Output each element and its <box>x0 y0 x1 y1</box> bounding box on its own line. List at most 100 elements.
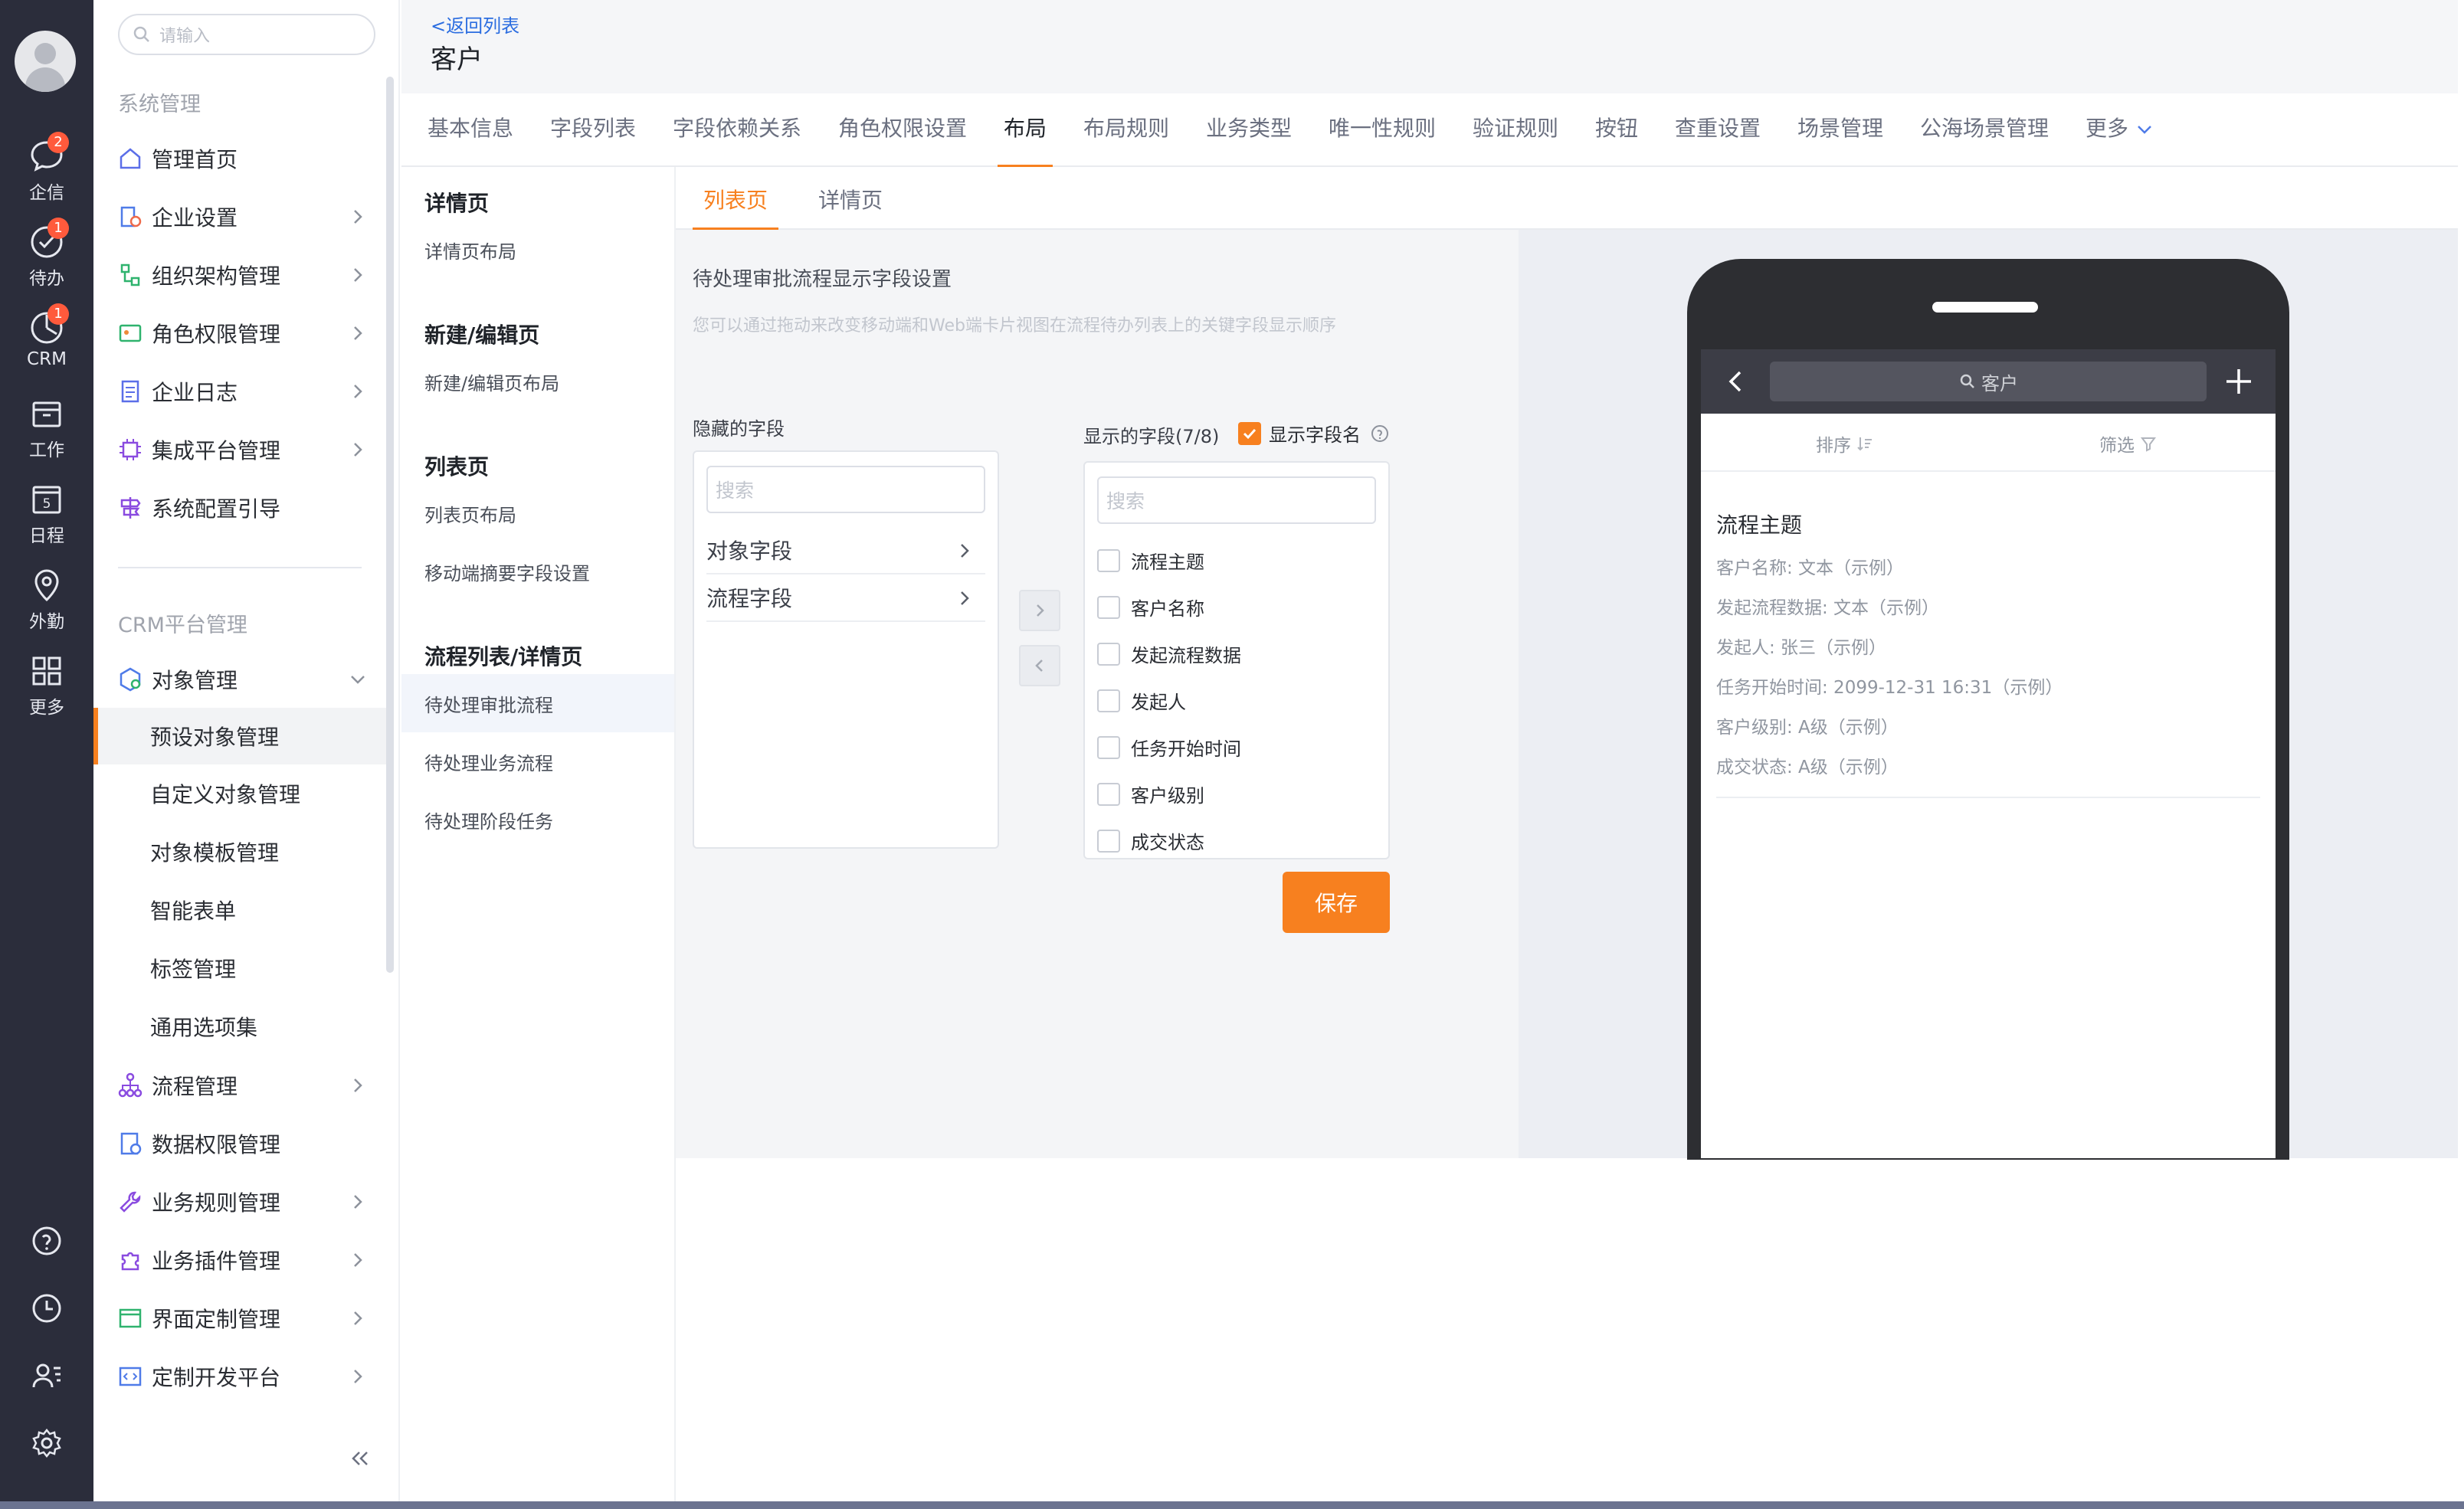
checkbox[interactable] <box>1097 735 1120 759</box>
menu-item-business-plugins[interactable]: 业务插件管理 <box>116 1236 377 1284</box>
cat-item-pending-approval[interactable]: 待处理审批流程 <box>401 674 674 732</box>
search-icon <box>1960 374 1974 388</box>
save-button[interactable]: 保存 <box>1283 872 1390 933</box>
rail-item-todo[interactable]: 1 待办 <box>0 218 93 290</box>
tab-more[interactable]: 更多 <box>2086 112 2154 167</box>
menu-scrollbar[interactable] <box>386 77 394 973</box>
tab-layout-rules[interactable]: 布局规则 <box>1083 112 1169 167</box>
chevron-right-icon <box>354 268 362 282</box>
shown-field-item[interactable]: 客户名称 <box>1097 594 1204 620</box>
shown-field-item[interactable]: 发起人 <box>1097 687 1186 714</box>
clock-icon <box>32 1294 61 1323</box>
move-left-button[interactable] <box>1019 645 1060 686</box>
tab-dedup-settings[interactable]: 查重设置 <box>1675 112 1761 167</box>
menu-item-enterprise-settings[interactable]: 企业设置 <box>116 193 377 241</box>
sub-item-object-templates[interactable]: 对象模板管理 <box>93 823 386 880</box>
menu-item-object-management[interactable]: 对象管理 <box>116 656 377 703</box>
menu-item-process[interactable]: 流程管理 <box>116 1062 377 1109</box>
rail-item-work[interactable]: 工作 <box>0 394 93 461</box>
tab-role-permission[interactable]: 角色权限设置 <box>838 112 967 167</box>
show-field-name-toggle[interactable]: 显示字段名 <box>1238 420 1390 447</box>
sub-item-tag-management[interactable]: 标签管理 <box>93 940 386 997</box>
menu-item-ui-customization[interactable]: 界面定制管理 <box>116 1295 377 1342</box>
rail-item-field[interactable]: 外勤 <box>0 565 93 633</box>
help-button[interactable] <box>0 1224 93 1261</box>
rail-item-more[interactable]: 更多 <box>0 651 93 718</box>
card-separator <box>1716 797 2260 798</box>
menu-item-home[interactable]: 管理首页 <box>116 135 377 182</box>
cat-item-detail-layout[interactable]: 详情页布局 <box>401 221 674 279</box>
phone-frame: 客户 排序 筛选 流程主题 客户名称: 文本（示例） 发起流程数据: 文本（示例… <box>1687 259 2289 1160</box>
chevron-down-icon <box>2138 126 2151 134</box>
card-line: 任务开始时间: 2099-12-31 16:31（示例） <box>1716 678 2063 698</box>
checkbox[interactable] <box>1097 595 1120 619</box>
tab-uniqueness-rules[interactable]: 唯一性规则 <box>1329 112 1436 167</box>
menu-item-integration-platform[interactable]: 集成平台管理 <box>116 426 377 473</box>
shown-field-item[interactable]: 任务开始时间 <box>1097 734 1241 761</box>
tab-buttons[interactable]: 按钮 <box>1595 112 1638 167</box>
move-right-button[interactable] <box>1019 590 1060 631</box>
data-lock-icon <box>120 1132 142 1155</box>
sub-item-custom-objects[interactable]: 自定义对象管理 <box>93 765 386 822</box>
shown-field-item[interactable]: 成交状态 <box>1097 827 1204 854</box>
checkbox[interactable] <box>1097 689 1120 712</box>
sort-icon <box>1857 437 1872 451</box>
subtab-list-page[interactable]: 列表页 <box>692 184 779 231</box>
subtab-detail-page[interactable]: 详情页 <box>818 184 883 230</box>
sub-item-option-sets[interactable]: 通用选项集 <box>93 998 386 1055</box>
sub-item-preset-objects[interactable]: 预设对象管理 <box>93 708 386 764</box>
home-icon <box>120 148 141 169</box>
rail-item-qixin[interactable]: 2 企信 <box>0 132 93 204</box>
menu-item-config-guide[interactable]: 系统配置引导 <box>116 484 377 532</box>
tab-layout[interactable]: 布局 <box>997 112 1053 169</box>
flow-chart-icon <box>118 1072 143 1098</box>
contacts-button[interactable] <box>0 1359 93 1396</box>
checkbox[interactable] <box>1097 642 1120 666</box>
menu-item-org-structure[interactable]: 组织架构管理 <box>116 251 377 299</box>
history-button[interactable] <box>0 1291 93 1328</box>
hidden-group-flow-fields[interactable]: 流程字段 <box>706 574 985 622</box>
tab-pool-scene-management[interactable]: 公海场景管理 <box>1920 112 2049 167</box>
cat-item-edit-layout[interactable]: 新建/编辑页布局 <box>401 352 674 411</box>
cat-item-pending-business[interactable]: 待处理业务流程 <box>401 732 674 791</box>
collapse-menu-icon[interactable] <box>346 1445 374 1472</box>
checkbox[interactable] <box>1097 782 1120 806</box>
checkbox-checked[interactable] <box>1238 421 1261 445</box>
signpost-icon <box>120 497 141 519</box>
user-list-icon <box>32 1363 61 1388</box>
checkbox[interactable] <box>1097 548 1120 572</box>
tab-business-type[interactable]: 业务类型 <box>1206 112 1292 167</box>
cat-item-pending-stage[interactable]: 待处理阶段任务 <box>401 791 674 849</box>
hidden-group-object-fields[interactable]: 对象字段 <box>706 527 985 574</box>
menu-item-data-permission[interactable]: 数据权限管理 <box>116 1120 377 1167</box>
shown-field-item[interactable]: 客户级别 <box>1097 781 1204 807</box>
rail-item-crm[interactable]: 1 CRM <box>0 303 93 369</box>
tab-scene-management[interactable]: 场景管理 <box>1797 112 1883 167</box>
menu-search-input[interactable]: 请输入 <box>118 14 375 55</box>
user-avatar[interactable] <box>15 31 76 92</box>
sub-item-smart-form[interactable]: 智能表单 <box>93 882 386 938</box>
hidden-fields-search[interactable]: 搜索 <box>706 466 985 513</box>
menu-item-business-rules[interactable]: 业务规则管理 <box>116 1178 377 1226</box>
menu-item-role-permission[interactable]: 角色权限管理 <box>116 309 377 357</box>
checkbox[interactable] <box>1097 829 1120 853</box>
tab-field-list[interactable]: 字段列表 <box>550 112 636 167</box>
cat-item-mobile-summary[interactable]: 移动端摘要字段设置 <box>401 542 674 601</box>
cat-item-list-layout[interactable]: 列表页布局 <box>401 484 674 542</box>
shown-field-item[interactable]: 发起流程数据 <box>1097 640 1241 667</box>
settings-button[interactable] <box>0 1426 93 1463</box>
shown-field-item[interactable]: 流程主题 <box>1097 547 1204 574</box>
plus-icon <box>2226 369 2251 394</box>
menu-item-dev-platform[interactable]: 定制开发平台 <box>116 1353 377 1400</box>
location-pin-icon <box>34 569 59 602</box>
back-to-list-link[interactable]: <返回列表 <box>431 11 519 38</box>
tab-validation-rules[interactable]: 验证规则 <box>1473 112 1558 167</box>
menu-item-enterprise-log[interactable]: 企业日志 <box>116 368 377 415</box>
wrench-icon <box>120 1191 141 1213</box>
rail-item-schedule[interactable]: 5 日程 <box>0 480 93 547</box>
tab-field-dependency[interactable]: 字段依赖关系 <box>673 112 801 167</box>
shown-fields-search[interactable]: 搜索 <box>1097 476 1376 524</box>
tab-basic-info[interactable]: 基本信息 <box>428 112 513 167</box>
briefcase-icon <box>32 401 61 427</box>
help-circle-icon[interactable] <box>1370 424 1390 444</box>
